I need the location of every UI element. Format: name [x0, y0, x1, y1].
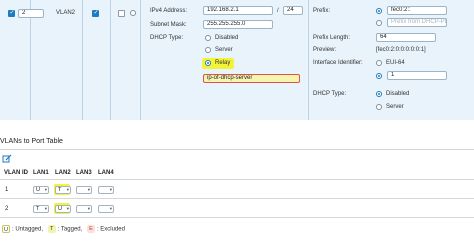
chevron-down-icon: ▾: [66, 187, 69, 192]
ipv6-dhcp-type-label: DHCP Type:: [313, 91, 347, 97]
ipv6-dhcp-disabled-label: Disabled: [386, 91, 410, 97]
vlan-config-panel: 2 VLAN2 IPv4 Address: 192.168.2.1 / 24 S…: [0, 0, 474, 120]
ipv4-prefix-input[interactable]: 24: [283, 6, 303, 15]
column-divider: [110, 0, 111, 120]
ipv4-address-label: IPv4 Address:: [150, 8, 188, 14]
dhcp-disabled-radio[interactable]: [205, 35, 211, 41]
excluded-badge: E: [86, 225, 95, 233]
untagged-badge: U: [2, 225, 10, 233]
table-row: 1 U ▾ T ▾ ▾ ▾: [0, 182, 474, 198]
lan3-select[interactable]: ▾: [76, 205, 92, 213]
subnet-mask-label: Subnet Mask:: [150, 22, 187, 28]
lan4-select[interactable]: ▾: [98, 186, 114, 194]
column-divider: [30, 0, 31, 120]
custom-interface-radio[interactable]: [376, 73, 382, 79]
ipv6-dhcp-server-label: Server: [386, 104, 404, 110]
col-header-lan3: LAN3: [76, 170, 92, 176]
lan4-select[interactable]: ▾: [98, 205, 114, 213]
device-management-checkbox[interactable]: [118, 10, 125, 17]
divider: [0, 179, 474, 180]
lan1-select[interactable]: U ▾: [33, 186, 49, 194]
chevron-down-icon: ▾: [109, 187, 112, 192]
preview-value: [fec0:2:0:0:0:0:0:1]: [376, 47, 426, 53]
prefix-length-label: Prefix Length:: [313, 35, 351, 41]
dhcp-type-label: DHCP Type:: [150, 35, 184, 41]
chevron-down-icon: ▾: [109, 206, 112, 211]
tagged-text: : Tagged,: [57, 226, 83, 233]
relay-server-input[interactable]: ip-of-dhcp-server: [203, 74, 300, 83]
chevron-down-icon: ▾: [87, 206, 90, 211]
ipv4-address-input[interactable]: 192.168.2.1: [203, 6, 273, 15]
dhcp-relay-label: Relay: [215, 60, 231, 66]
vlan-id-cell: 2: [5, 206, 9, 212]
eui64-radio[interactable]: [376, 60, 382, 66]
chevron-down-icon: ▾: [44, 206, 47, 211]
port-legend: U: Untagged, T: Tagged, E: Excluded: [2, 225, 125, 233]
col-header-lan4: LAN4: [98, 170, 114, 176]
lan2-select[interactable]: U ▾: [55, 205, 71, 213]
eui64-label: EUI-64: [386, 60, 405, 66]
preview-label: Preview:: [313, 47, 337, 53]
vlan-name: VLAN2: [56, 10, 76, 16]
col-header-lan2: LAN2: [55, 170, 71, 176]
dhcp-pd-prefix-radio[interactable]: [376, 20, 382, 26]
col-header-lan1: LAN1: [33, 170, 49, 176]
untagged-text: : Untagged,: [12, 226, 44, 233]
dhcp-relay-radio[interactable]: [205, 60, 211, 66]
tagged-badge: T: [47, 225, 56, 233]
inter-vlan-routing-checkbox[interactable]: [92, 10, 99, 17]
chevron-down-icon: ▾: [44, 187, 47, 192]
ipv6-dhcp-disabled-radio[interactable]: [376, 91, 382, 97]
column-divider: [308, 0, 309, 120]
vlan-id-cell: 1: [5, 187, 9, 193]
lan2-select[interactable]: T ▾: [55, 186, 71, 194]
column-divider: [140, 0, 141, 120]
dhcp-server-radio[interactable]: [205, 47, 211, 53]
prefix-separator: /: [277, 8, 279, 14]
vlan-id-input[interactable]: 2: [18, 9, 44, 18]
divider: [0, 198, 474, 199]
divider: [0, 149, 474, 150]
section-title: VLANs to Port Table: [0, 138, 63, 145]
row-select-checkbox[interactable]: [8, 10, 15, 17]
prefix-length-input[interactable]: 64: [376, 33, 436, 42]
dhcp-disabled-label: Disabled: [215, 35, 239, 41]
table-row: 2 T ▾ U ▾ ▾ ▾: [0, 201, 474, 217]
divider: [0, 217, 474, 218]
chevron-down-icon: ▾: [66, 206, 69, 211]
lan3-select[interactable]: ▾: [76, 186, 92, 194]
ipv4-toggle-radio[interactable]: [130, 10, 136, 16]
column-divider: [82, 0, 83, 120]
interface-identifier-input[interactable]: 1: [387, 71, 447, 80]
subnet-mask-input[interactable]: 255.255.255.0: [203, 20, 273, 29]
excluded-text: : Excluded: [96, 226, 125, 233]
col-header-vlan-id: VLAN ID: [4, 170, 28, 176]
interface-identifier-label: Interface Identifier:: [313, 60, 363, 66]
chevron-down-icon: ▾: [87, 187, 90, 192]
dhcp-server-label: Server: [215, 47, 233, 53]
ipv6-dhcp-server-radio[interactable]: [376, 104, 382, 110]
ipv6-prefix-input[interactable]: fec0:2::: [387, 6, 447, 15]
ipv6-prefix-label: Prefix:: [313, 8, 331, 14]
dhcp-pd-prefix-input[interactable]: Prefix from DHCP-PD: [387, 18, 447, 27]
edit-icon[interactable]: [2, 154, 12, 164]
static-prefix-radio[interactable]: [376, 8, 382, 14]
lan1-select[interactable]: T ▾: [33, 205, 49, 213]
